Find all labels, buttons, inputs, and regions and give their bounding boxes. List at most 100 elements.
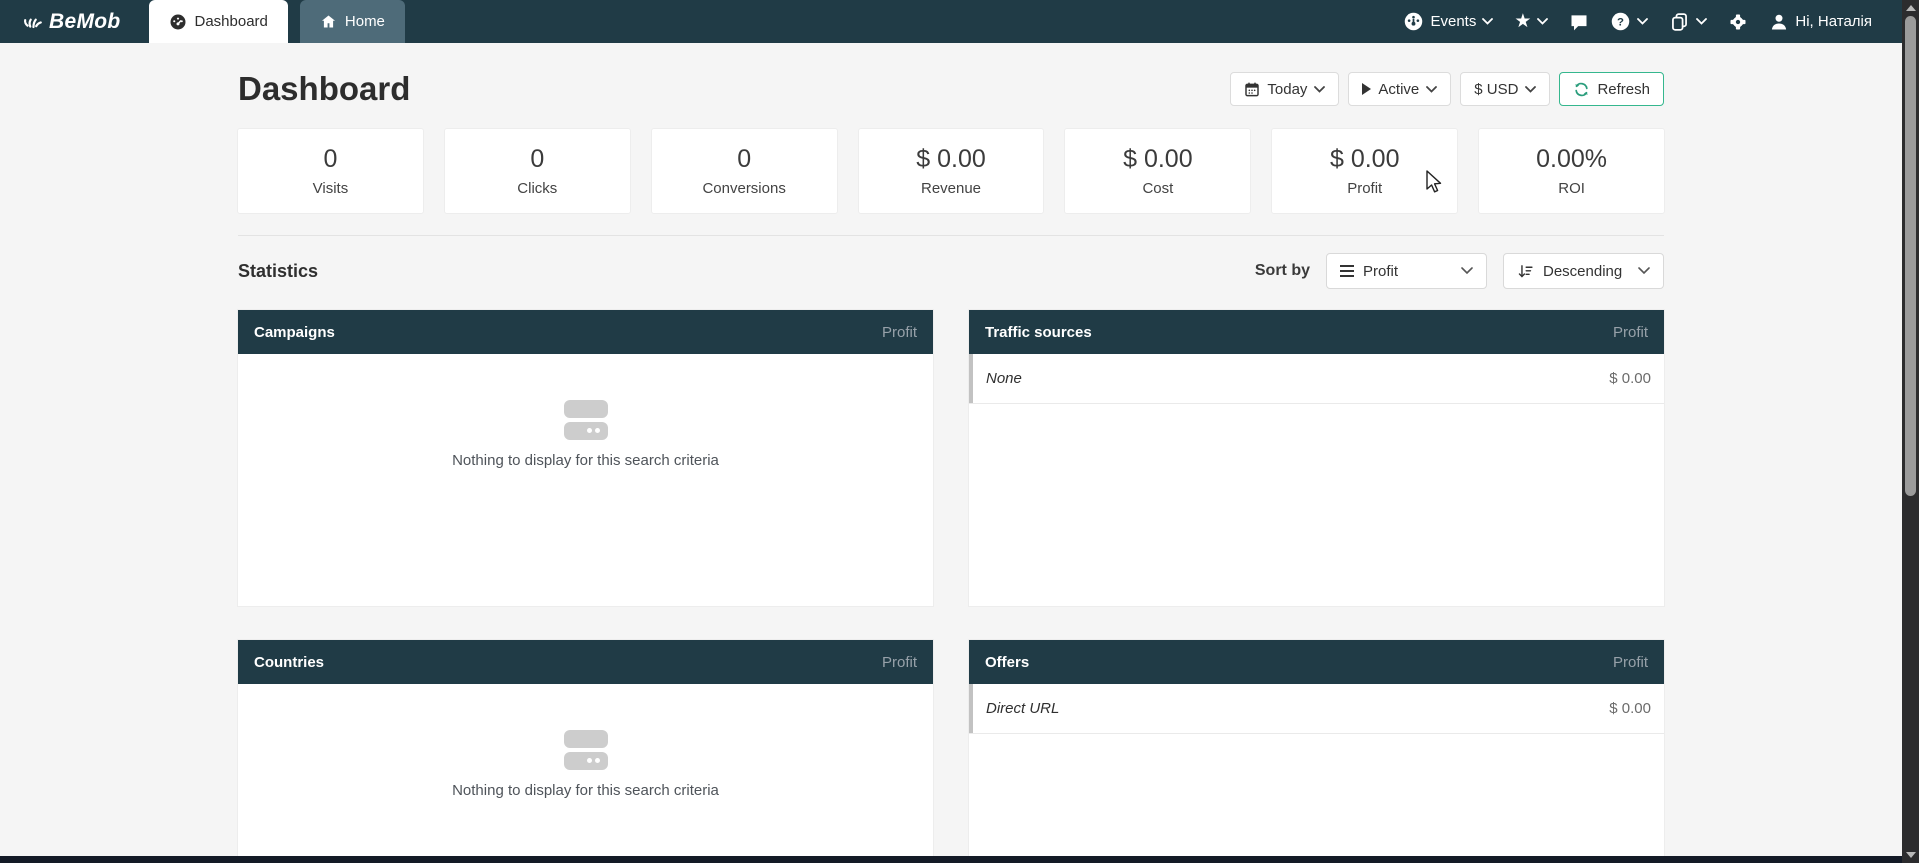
main-content: Dashboard Today [0, 43, 1902, 857]
calendar-icon [1244, 81, 1260, 97]
panel-title: Offers [985, 654, 1029, 671]
scrollbar-down-arrow-icon[interactable] [1906, 852, 1916, 858]
sort-descending-icon [1517, 263, 1534, 280]
empty-state-text: Nothing to display for this search crite… [452, 782, 719, 799]
tab-bar: Dashboard Home [149, 0, 405, 43]
play-icon [1362, 83, 1371, 95]
help-menu[interactable]: ? [1610, 11, 1648, 32]
bottom-edge-strip [0, 856, 1902, 863]
empty-state-text: Nothing to display for this search crite… [452, 452, 719, 469]
panel-campaigns-header: Campaigns Profit [238, 310, 933, 354]
chevron-down-icon [1314, 86, 1325, 93]
stat-value: 0 [530, 145, 544, 174]
panel-title: Traffic sources [985, 324, 1092, 341]
refresh-button[interactable]: Refresh [1559, 72, 1664, 106]
row-value: $ 0.00 [1609, 370, 1651, 387]
stat-label: Revenue [921, 180, 981, 197]
panel-metric-label[interactable]: Profit [882, 654, 917, 671]
toolbar: Today Active $ USD [1230, 72, 1664, 106]
panel-metric-label[interactable]: Profit [882, 324, 917, 341]
bemob-logo[interactable]: BeMob [0, 0, 149, 43]
vertical-scrollbar[interactable] [1902, 0, 1919, 863]
events-icon [1403, 11, 1424, 32]
help-icon: ? [1610, 11, 1631, 32]
stat-card-visits: 0 Visits [238, 129, 423, 213]
panel-countries: Countries Profit Nothing to display for … [238, 640, 933, 857]
events-label: Events [1430, 13, 1476, 30]
chevron-down-icon [1638, 267, 1650, 275]
table-row[interactable]: Direct URL $ 0.00 [969, 684, 1664, 734]
scrollbar-up-arrow-icon[interactable] [1906, 5, 1916, 11]
stat-card-revenue: $ 0.00 Revenue [859, 129, 1044, 213]
stat-label: Conversions [702, 180, 785, 197]
currency-button[interactable]: $ USD [1460, 72, 1550, 106]
chat-button[interactable] [1569, 12, 1589, 32]
stat-label: ROI [1558, 180, 1585, 197]
stat-label: Clicks [517, 180, 557, 197]
stat-label: Visits [313, 180, 349, 197]
panel-title: Countries [254, 654, 324, 671]
panels-grid: Campaigns Profit Nothing to display for … [238, 310, 1664, 857]
tab-dashboard[interactable]: Dashboard [149, 0, 288, 43]
statistics-header: Statistics Sort by Profit [238, 253, 1664, 289]
status-filter-label: Active [1378, 81, 1419, 98]
row-value: $ 0.00 [1609, 700, 1651, 717]
row-name: Direct URL [986, 700, 1059, 717]
refresh-icon [1573, 81, 1590, 98]
panel-offers-body: Direct URL $ 0.00 [969, 684, 1664, 857]
settings-button[interactable] [1728, 12, 1748, 32]
stat-value: 0 [323, 145, 337, 174]
chevron-down-icon [1525, 86, 1536, 93]
panel-traffic-sources: Traffic sources Profit None $ 0.00 [969, 310, 1664, 606]
chevron-down-icon [1696, 18, 1707, 25]
tab-home[interactable]: Home [300, 0, 405, 43]
page-title: Dashboard [238, 70, 410, 108]
stat-label: Profit [1347, 180, 1382, 197]
svg-text:?: ? [1617, 16, 1624, 28]
refresh-label: Refresh [1597, 81, 1650, 98]
stat-value: $ 0.00 [1330, 145, 1400, 174]
panel-campaigns-body: Nothing to display for this search crite… [238, 354, 933, 606]
user-greeting: Hi, Наталія [1795, 13, 1872, 30]
home-icon [320, 13, 337, 30]
bemob-logo-icon [22, 11, 44, 33]
panel-countries-body: Nothing to display for this search crite… [238, 684, 933, 857]
panel-metric-label[interactable]: Profit [1613, 324, 1648, 341]
statistics-title: Statistics [238, 261, 318, 282]
events-menu[interactable]: Events [1403, 11, 1493, 32]
chevron-down-icon [1637, 18, 1648, 25]
sort-order-select[interactable]: Descending [1503, 253, 1664, 289]
stat-card-conversions: 0 Conversions [652, 129, 837, 213]
empty-data-icon [564, 730, 608, 770]
chevron-down-icon [1461, 267, 1473, 275]
scrollbar-thumb[interactable] [1905, 16, 1916, 496]
list-icon [1340, 265, 1354, 277]
stat-card-profit: $ 0.00 Profit [1272, 129, 1457, 213]
favorites-menu[interactable]: ★ [1514, 12, 1548, 31]
user-menu[interactable]: Hi, Наталія [1769, 12, 1872, 32]
star-icon: ★ [1514, 12, 1531, 31]
row-name: None [986, 370, 1022, 387]
user-icon [1769, 12, 1789, 32]
tab-home-label: Home [345, 13, 385, 30]
chat-icon [1569, 12, 1589, 32]
status-filter-button[interactable]: Active [1348, 72, 1451, 106]
stat-card-roi: 0.00% ROI [1479, 129, 1664, 213]
sort-field-select[interactable]: Profit [1326, 253, 1487, 289]
date-range-button[interactable]: Today [1230, 72, 1339, 106]
date-range-label: Today [1267, 81, 1307, 98]
dashboard-gauge-icon [169, 13, 187, 31]
page-header: Dashboard Today [238, 43, 1664, 117]
workspaces-menu[interactable] [1669, 11, 1707, 32]
stat-card-cost: $ 0.00 Cost [1065, 129, 1250, 213]
layers-icon [1669, 11, 1690, 32]
panel-metric-label[interactable]: Profit [1613, 654, 1648, 671]
panel-offers: Offers Profit Direct URL $ 0.00 [969, 640, 1664, 857]
empty-state: Nothing to display for this search crite… [238, 730, 933, 799]
panel-countries-header: Countries Profit [238, 640, 933, 684]
panel-offers-header: Offers Profit [969, 640, 1664, 684]
sort-controls: Sort by Profit [1255, 253, 1664, 289]
empty-state: Nothing to display for this search crite… [238, 400, 933, 469]
table-row[interactable]: None $ 0.00 [969, 354, 1664, 404]
panel-campaigns: Campaigns Profit Nothing to display for … [238, 310, 933, 606]
